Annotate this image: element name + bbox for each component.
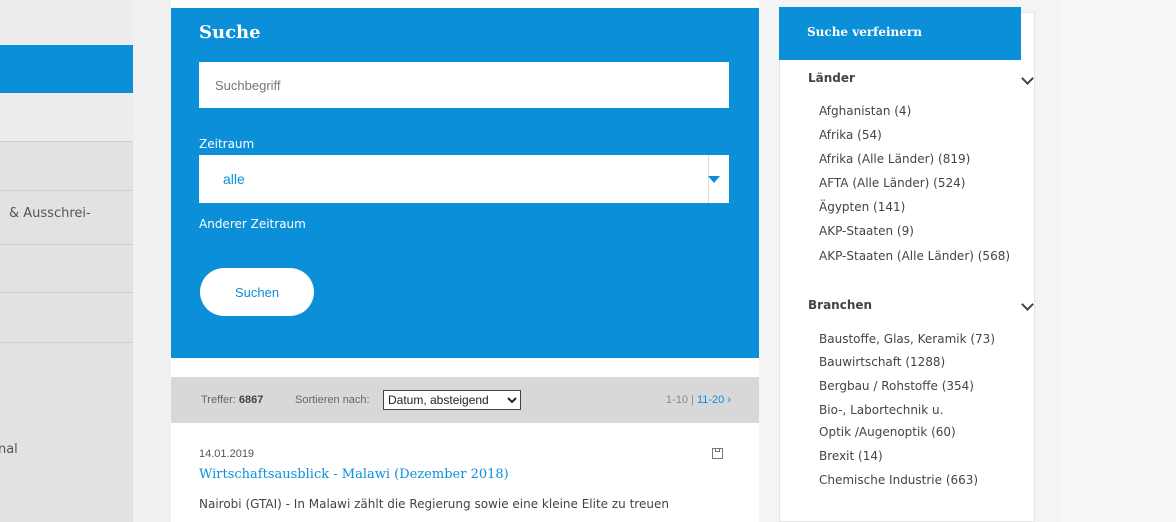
nav-item-top[interactable] (0, 0, 133, 45)
zeitraum-select[interactable]: alle (199, 155, 729, 203)
nav-item-active[interactable] (0, 45, 133, 93)
page-next-link[interactable]: 11-20 (697, 394, 724, 406)
search-panel: Suche Zeitraum alle Anderer Zeitraum Suc… (171, 8, 759, 358)
right-gap (759, 0, 779, 522)
left-navigation: & Ausschrei- onal (0, 0, 133, 522)
filter-item[interactable]: AKP-Staaten (Alle Länder) (568) (819, 249, 1010, 263)
filter-item[interactable]: Bauwirtschaft (1288) (819, 355, 945, 369)
filter-item[interactable]: Chemische Industrie (663) (819, 473, 978, 487)
chevron-right-icon[interactable]: › (727, 394, 731, 406)
filter-item[interactable]: AKP-Staaten (9) (819, 224, 914, 238)
filter-laender-title[interactable]: Länder (808, 71, 855, 85)
chevron-down-icon[interactable] (1021, 298, 1034, 311)
filter-branchen-title[interactable]: Branchen (808, 298, 872, 312)
sort-select[interactable]: Datum, absteigend (383, 390, 521, 410)
filter-item[interactable]: Bio-, Labortechnik u. (819, 403, 943, 417)
chevron-down-icon[interactable] (708, 176, 720, 183)
filter-item[interactable]: Afghanistan (4) (819, 104, 911, 118)
refine-sidebar: Länder Afghanistan (4) Afrika (54) Afrik… (779, 12, 1035, 522)
filter-item[interactable]: Baustoffe, Glas, Keramik (73) (819, 332, 995, 346)
search-button[interactable]: Suchen (200, 268, 314, 316)
sort-label: Sortieren nach: (295, 394, 370, 406)
nav-divider (0, 244, 133, 245)
page-separator: | (691, 394, 694, 406)
result-snippet: Nairobi (GTAI) - In Malawi zählt die Reg… (199, 497, 669, 511)
filter-item[interactable]: Afrika (54) (819, 128, 882, 142)
hit-count-value: 6867 (238, 394, 264, 406)
filter-item[interactable]: Bergbau / Rohstoffe (354) (819, 379, 974, 393)
zeitraum-label: Zeitraum (199, 137, 255, 151)
page-current: 1-10 (665, 394, 688, 406)
result-date: 14.01.2019 (199, 448, 255, 460)
save-icon[interactable] (712, 448, 723, 459)
filter-item[interactable]: AFTA (Alle Länder) (524) (819, 176, 965, 190)
nav-divider (0, 292, 133, 293)
main-content: Suche Zeitraum alle Anderer Zeitraum Suc… (171, 0, 759, 522)
anderer-zeitraum-link[interactable]: Anderer Zeitraum (199, 217, 306, 231)
hit-count: Treffer: 6867 (201, 394, 263, 406)
nav-divider (0, 141, 133, 142)
nav-divider (0, 342, 133, 343)
filter-item[interactable]: Ägypten (141) (819, 200, 905, 214)
filter-item[interactable]: Optik /Augenoptik (60) (819, 425, 956, 439)
chevron-down-icon[interactable] (1021, 72, 1034, 85)
refine-title: Suche verfeinern (807, 25, 922, 39)
nav-item-international[interactable]: onal (0, 442, 18, 457)
search-title: Suche (199, 22, 261, 43)
zeitraum-select-value: alle (223, 171, 245, 187)
nav-item-light[interactable] (0, 93, 133, 141)
filter-item[interactable]: Afrika (Alle Länder) (819) (819, 152, 970, 166)
nav-item-ausschreibungen[interactable]: & Ausschrei- (9, 206, 91, 221)
refine-header: Suche verfeinern (779, 7, 1021, 60)
left-gap (133, 0, 171, 522)
nav-divider (0, 190, 133, 191)
hit-count-label: Treffer: (201, 394, 236, 406)
search-input[interactable] (199, 62, 729, 108)
results-bar: Treffer: 6867 Sortieren nach: Datum, abs… (171, 377, 759, 423)
pagination: 1-10 | 11-20 › (666, 394, 731, 406)
page-margin (1061, 0, 1176, 522)
result-title-link[interactable]: Wirtschaftsausblick - Malawi (Dezember 2… (199, 467, 509, 482)
filter-item[interactable]: Brexit (14) (819, 449, 883, 463)
